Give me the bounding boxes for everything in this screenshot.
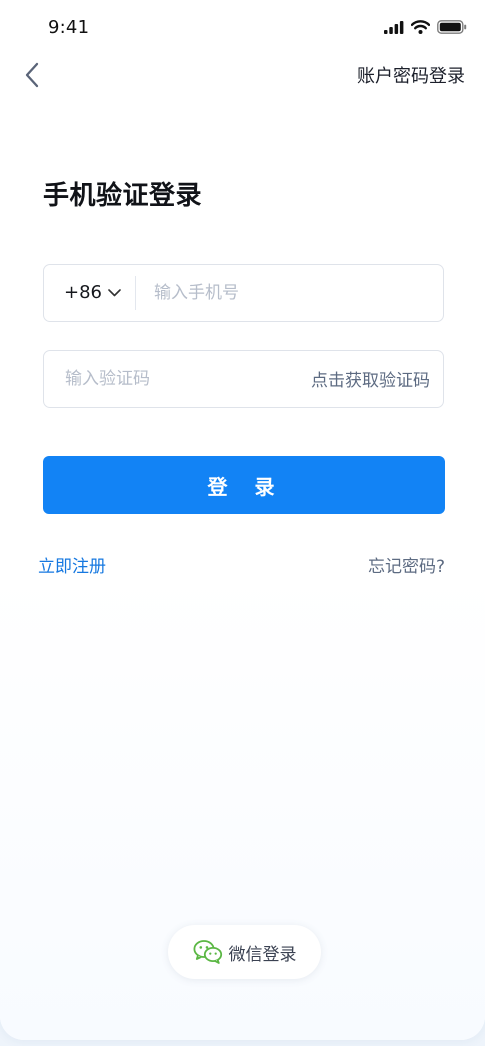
country-code: +86 — [64, 282, 102, 303]
wechat-icon — [192, 940, 222, 964]
phone-screen: 9:41 账户密码登录 手机验证登录 +86 输入手机号 输入验证码 点击获取验… — [0, 0, 485, 1040]
battery-icon — [437, 20, 467, 34]
background — [0, 0, 485, 1040]
phone-field: +86 — [43, 264, 444, 322]
signal-icon — [384, 20, 404, 34]
register-link[interactable]: 立即注册 — [38, 552, 106, 577]
phone-input[interactable] — [154, 265, 424, 320]
field-divider — [135, 276, 136, 310]
code-field: 点击获取验证码 — [43, 350, 444, 408]
verification-code-input[interactable] — [65, 351, 275, 406]
wechat-login-label: 微信登录 — [228, 944, 297, 965]
wifi-icon — [411, 20, 430, 34]
wechat-login-button[interactable]: 微信登录 — [168, 925, 321, 979]
get-code-button[interactable]: 点击获取验证码 — [311, 351, 430, 406]
login-button[interactable]: 登 录 — [43, 456, 445, 514]
forgot-password-link[interactable]: 忘记密码? — [368, 552, 445, 577]
back-button[interactable] — [18, 58, 46, 92]
page-title: 手机验证登录 — [43, 181, 203, 211]
chevron-left-icon — [25, 62, 39, 88]
chevron-down-icon — [108, 288, 121, 296]
status-time: 9:41 — [48, 17, 90, 38]
status-icons — [384, 20, 467, 34]
status-bar: 9:41 — [0, 0, 485, 56]
password-login-link[interactable]: 账户密码登录 — [357, 62, 465, 88]
country-code-select[interactable]: +86 — [64, 265, 121, 320]
